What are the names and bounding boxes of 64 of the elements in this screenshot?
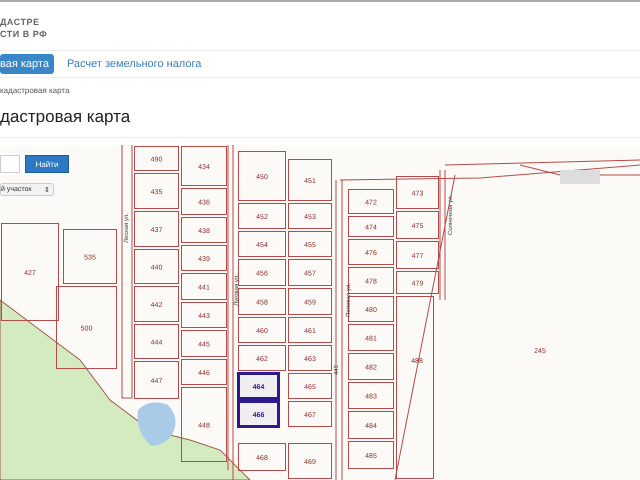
land-parcel[interactable]: [237, 372, 280, 400]
land-parcel[interactable]: [396, 241, 439, 269]
land-parcel[interactable]: [181, 387, 227, 462]
page-heading: дастровая карта: [0, 107, 640, 138]
site-title: СТИ В РФ: [0, 28, 48, 40]
land-parcel[interactable]: [288, 159, 332, 201]
land-parcel[interactable]: [288, 203, 332, 229]
land-parcel[interactable]: [348, 267, 394, 294]
land-parcel[interactable]: [238, 231, 286, 257]
land-parcel[interactable]: [288, 443, 332, 479]
nav-tab[interactable]: вая карта: [0, 54, 54, 74]
land-parcel[interactable]: [134, 324, 179, 359]
land-parcel[interactable]: [348, 382, 394, 409]
land-parcel[interactable]: [396, 296, 434, 479]
land-parcel[interactable]: [396, 211, 439, 239]
land-parcel[interactable]: [181, 273, 227, 300]
land-parcel[interactable]: [181, 330, 227, 357]
land-parcel[interactable]: [238, 151, 286, 201]
land-parcel[interactable]: [181, 359, 227, 385]
land-parcel[interactable]: [238, 345, 286, 371]
land-parcel[interactable]: [238, 317, 286, 343]
land-parcel[interactable]: [348, 296, 394, 322]
land-parcel[interactable]: [348, 239, 394, 265]
land-parcel[interactable]: [348, 411, 394, 439]
land-parcel[interactable]: [181, 217, 227, 243]
land-parcel[interactable]: [237, 400, 280, 428]
land-parcel[interactable]: [238, 203, 286, 229]
nav-tab[interactable]: Расчет земельного налога: [64, 54, 204, 74]
land-parcel[interactable]: [1, 223, 59, 321]
building-block: [560, 170, 600, 184]
breadcrumb: кадастровая карта: [0, 86, 70, 95]
pond: [138, 402, 176, 446]
land-parcel[interactable]: [288, 317, 332, 343]
land-parcel[interactable]: [288, 288, 332, 315]
land-parcel[interactable]: [348, 441, 394, 469]
land-parcel[interactable]: [134, 249, 179, 284]
land-parcel[interactable]: [288, 259, 332, 286]
land-parcel[interactable]: [348, 324, 394, 351]
land-parcel[interactable]: [181, 188, 227, 215]
land-parcel[interactable]: [288, 231, 332, 257]
land-parcel[interactable]: [348, 189, 394, 214]
land-parcel[interactable]: [181, 245, 227, 271]
land-parcel[interactable]: [56, 286, 117, 369]
site-title: ДАСТРЕ: [0, 16, 40, 28]
land-parcel[interactable]: [288, 401, 332, 427]
land-parcel[interactable]: [238, 288, 286, 315]
search-field[interactable]: [0, 155, 20, 173]
land-parcel[interactable]: [134, 361, 179, 399]
land-parcel[interactable]: [181, 302, 227, 328]
land-parcel[interactable]: [396, 271, 439, 294]
land-parcel[interactable]: [238, 259, 286, 286]
find-button[interactable]: Найти: [25, 155, 69, 173]
land-parcel[interactable]: [63, 229, 117, 284]
land-parcel[interactable]: [396, 176, 439, 209]
land-parcel[interactable]: [181, 146, 227, 186]
land-parcel[interactable]: [288, 345, 332, 371]
land-parcel[interactable]: [134, 286, 179, 322]
land-parcel[interactable]: [134, 146, 179, 171]
land-parcel[interactable]: [134, 173, 179, 209]
land-parcel[interactable]: [348, 353, 394, 380]
land-parcel[interactable]: [238, 443, 286, 471]
land-parcel[interactable]: [134, 211, 179, 247]
land-parcel[interactable]: [288, 373, 332, 399]
land-parcel[interactable]: [348, 216, 394, 237]
